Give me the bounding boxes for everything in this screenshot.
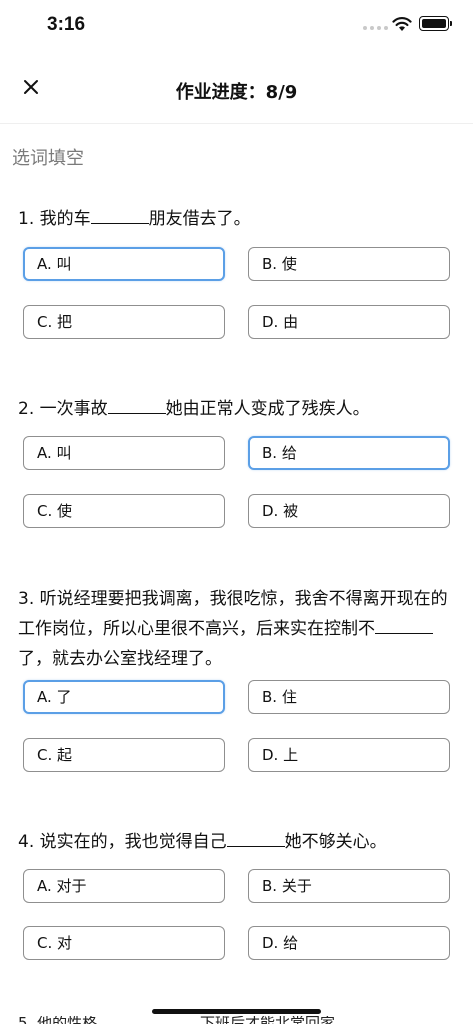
option-a[interactable]: A. 了 — [23, 680, 225, 714]
answer-blank — [107, 395, 166, 414]
section-label: 选词填空 — [12, 148, 84, 169]
option-c[interactable]: C. 起 — [23, 738, 225, 772]
home-indicator — [152, 1009, 321, 1014]
option-d[interactable]: D. 给 — [248, 926, 450, 960]
option-b[interactable]: B. 关于 — [248, 869, 450, 903]
option-a[interactable]: A. 对于 — [23, 869, 225, 903]
wifi-icon — [392, 17, 412, 31]
option-b[interactable]: B. 住 — [248, 680, 450, 714]
question-text: 4. 说实在的，我也觉得自己 她不够关心。 — [18, 828, 455, 857]
question-text: 1. 我的车 朋友借去了。 — [18, 205, 455, 234]
page-title: 作业进度：8/9 — [175, 82, 298, 103]
option-d[interactable]: D. 上 — [248, 738, 450, 772]
answer-blank — [226, 828, 285, 847]
option-c[interactable]: C. 使 — [23, 494, 225, 528]
question-text: 2. 一次事故 她由正常人变成了残疾人。 — [18, 395, 455, 424]
option-b[interactable]: B. 给 — [248, 436, 450, 470]
option-a[interactable]: A. 叫 — [23, 247, 225, 281]
option-c[interactable]: C. 把 — [23, 305, 225, 339]
signal-icon — [363, 26, 388, 30]
nav-bar: 作业进度：8/9 — [0, 60, 473, 124]
next-question-partial: 5. 他的性格 下班后才能北常回家 — [0, 1016, 473, 1024]
question-text: 3. 听说经理要把我调离，我很吃惊，我舍不得离开现在的工作岗位，所以心里很不高兴… — [18, 589, 448, 669]
status-bar: 3:16 — [0, 0, 473, 52]
answer-blank — [90, 205, 149, 224]
option-d[interactable]: D. 由 — [248, 305, 450, 339]
option-b[interactable]: B. 使 — [248, 247, 450, 281]
option-c[interactable]: C. 对 — [23, 926, 225, 960]
answer-blank — [375, 615, 433, 634]
option-d[interactable]: D. 被 — [248, 494, 450, 528]
battery-icon — [419, 16, 452, 31]
option-a[interactable]: A. 叫 — [23, 436, 225, 470]
status-time: 3:16 — [47, 14, 86, 35]
